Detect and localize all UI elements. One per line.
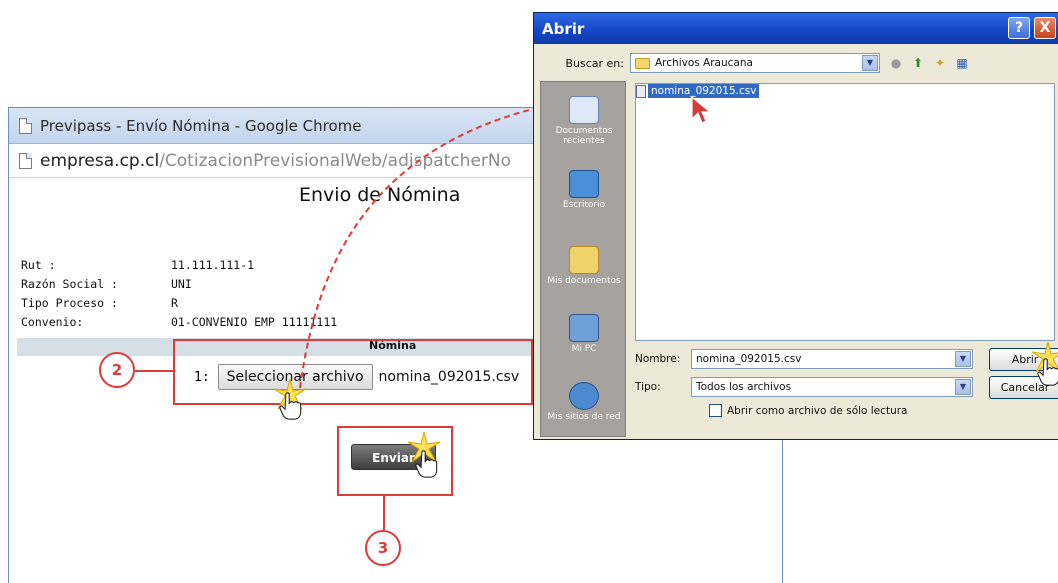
info-row-tipo-proceso: Tipo Proceso : R	[21, 296, 337, 315]
page-icon	[19, 117, 32, 134]
look-in-label: Buscar en:	[565, 56, 624, 70]
filetype-select[interactable]: Todos los archivos ▼	[691, 377, 973, 397]
open-file-dialog: Abrir ? X Buscar en: Archivos Araucana ▼…	[533, 12, 1058, 440]
page-icon	[19, 152, 32, 169]
place-my-documents[interactable]: Mis documentos	[541, 246, 627, 286]
info-label: Rut :	[21, 258, 56, 272]
chevron-down-icon[interactable]: ▼	[955, 379, 971, 395]
my-documents-icon	[569, 246, 599, 274]
connector-line-step-2	[135, 370, 173, 372]
look-in-value: Archivos Araucana	[655, 57, 753, 69]
network-places-icon	[569, 382, 599, 410]
place-desktop[interactable]: Escritorio	[541, 170, 627, 210]
readonly-checkbox[interactable]	[709, 404, 722, 417]
info-label: Tipo Proceso :	[21, 296, 118, 310]
filename-value: nomina_092015.csv	[696, 353, 802, 365]
hand-cursor-icon	[415, 450, 438, 478]
desktop-icon	[569, 170, 599, 198]
place-label: Mi PC	[571, 344, 597, 354]
filename-input[interactable]: nomina_092015.csv ▼	[691, 349, 973, 369]
info-row-convenio: Convenio: 01-CONVENIO EMP 11111111	[21, 315, 337, 334]
info-value: 11.111.111-1	[171, 258, 255, 272]
places-bar: Documentos recientes Escritorio Mis docu…	[540, 81, 626, 437]
csv-file-icon	[636, 84, 646, 98]
filetype-label: Tipo:	[635, 381, 661, 393]
info-label: Convenio:	[21, 315, 84, 329]
readonly-checkbox-row: Abrir como archivo de sólo lectura	[709, 404, 907, 417]
place-recent-documents[interactable]: Documentos recientes	[541, 96, 627, 146]
step-marker-3: 3	[365, 530, 401, 566]
hand-cursor-icon	[279, 392, 302, 420]
new-folder-icon[interactable]: ✦	[932, 55, 948, 71]
place-my-computer[interactable]: Mi PC	[541, 314, 627, 354]
url-host: empresa.cp.cl	[40, 150, 160, 171]
look-in-row: Buscar en: Archivos Araucana ▼ ● ⬆ ✦ ▦	[544, 53, 970, 73]
window-title: Previpass - Envío Nómina - Google Chrome	[40, 116, 362, 135]
my-computer-icon	[569, 314, 599, 342]
readonly-checkbox-label: Abrir como archivo de sólo lectura	[727, 404, 908, 417]
filename-row: Nombre: nomina_092015.csv ▼	[635, 349, 973, 369]
place-label: Documentos recientes	[555, 126, 613, 146]
info-value: 01-CONVENIO EMP 11111111	[171, 315, 338, 329]
dialog-title: Abrir	[542, 19, 585, 38]
recent-documents-icon	[569, 96, 599, 124]
place-label: Escritorio	[562, 200, 606, 210]
arrow-cursor-icon	[691, 95, 712, 124]
place-network[interactable]: Mis sitios de red	[541, 382, 627, 422]
info-row-razon-social: Razón Social : UNI	[21, 277, 337, 296]
back-icon[interactable]: ●	[888, 55, 904, 71]
place-label: Mis sitios de red	[547, 412, 621, 422]
hand-cursor-icon	[1037, 358, 1058, 386]
info-table: Rut : 11.111.111-1 Razón Social : UNI Ti…	[21, 258, 337, 334]
filetype-value: Todos los archivos	[696, 381, 792, 393]
place-label: Mis documentos	[547, 276, 621, 286]
chevron-down-icon[interactable]: ▼	[955, 351, 971, 367]
up-folder-icon[interactable]: ⬆	[910, 55, 926, 71]
close-button[interactable]: X	[1034, 17, 1056, 39]
folder-icon	[635, 57, 650, 69]
view-menu-icon[interactable]: ▦	[954, 55, 970, 71]
step-marker-2: 2	[99, 352, 135, 388]
info-value: UNI	[171, 277, 192, 291]
info-label: Razón Social :	[21, 277, 118, 291]
filename-label: Nombre:	[635, 353, 681, 365]
look-in-select[interactable]: Archivos Araucana ▼	[630, 53, 880, 73]
help-button[interactable]: ?	[1008, 17, 1030, 39]
filetype-row: Tipo: Todos los archivos ▼	[635, 377, 973, 397]
chevron-down-icon[interactable]: ▼	[862, 55, 878, 71]
dialog-title-bar: Abrir ? X	[534, 13, 1058, 44]
page-title: Envio de Nómina	[299, 184, 461, 206]
info-value: R	[171, 296, 178, 310]
connector-line-step-3	[383, 496, 385, 530]
dialog-toolbar: ● ⬆ ✦ ▦	[888, 55, 970, 71]
url-path: /CotizacionPrevisionalWeb/adispatcherNo	[159, 150, 512, 171]
info-row-rut: Rut : 11.111.111-1	[21, 258, 337, 277]
highlight-box-step-2	[173, 339, 533, 405]
